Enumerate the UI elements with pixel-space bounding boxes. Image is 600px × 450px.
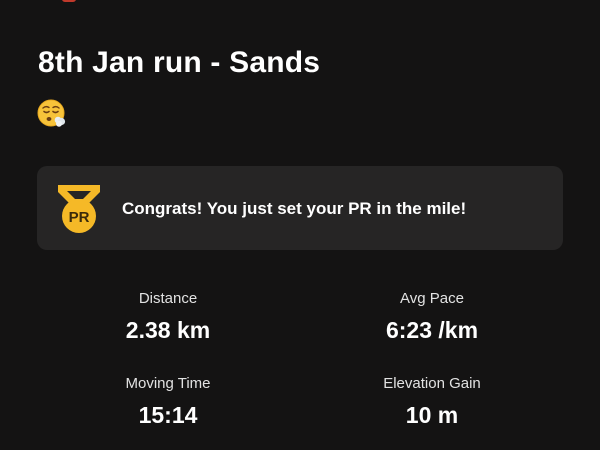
stat-elevation-gain: Elevation Gain 10 m <box>322 375 542 428</box>
pr-badge-text: PR <box>69 209 90 226</box>
top-accent-mark <box>62 0 76 2</box>
stat-label: Distance <box>138 290 198 307</box>
stat-label: Elevation Gain <box>383 375 481 392</box>
stat-distance: Distance 2.38 km <box>58 290 278 343</box>
stat-avg-pace: Avg Pace 6:23 /km <box>322 290 542 343</box>
exhausted-face-icon <box>37 99 67 129</box>
stat-label: Moving Time <box>125 375 211 392</box>
stat-moving-time: Moving Time 15:14 <box>58 375 278 428</box>
stat-value: 6:23 /km <box>385 317 479 343</box>
pr-medal-icon: PR <box>55 183 103 237</box>
activity-title: 8th Jan run - Sands <box>38 46 321 79</box>
stat-value: 2.38 km <box>125 317 211 343</box>
stat-value: 10 m <box>405 402 459 428</box>
pr-banner-card[interactable]: PR Congrats! You just set your PR in the… <box>37 166 563 250</box>
stat-value: 15:14 <box>138 402 198 428</box>
pr-message: Congrats! You just set your PR in the mi… <box>122 199 467 218</box>
stat-label: Avg Pace <box>400 290 464 307</box>
